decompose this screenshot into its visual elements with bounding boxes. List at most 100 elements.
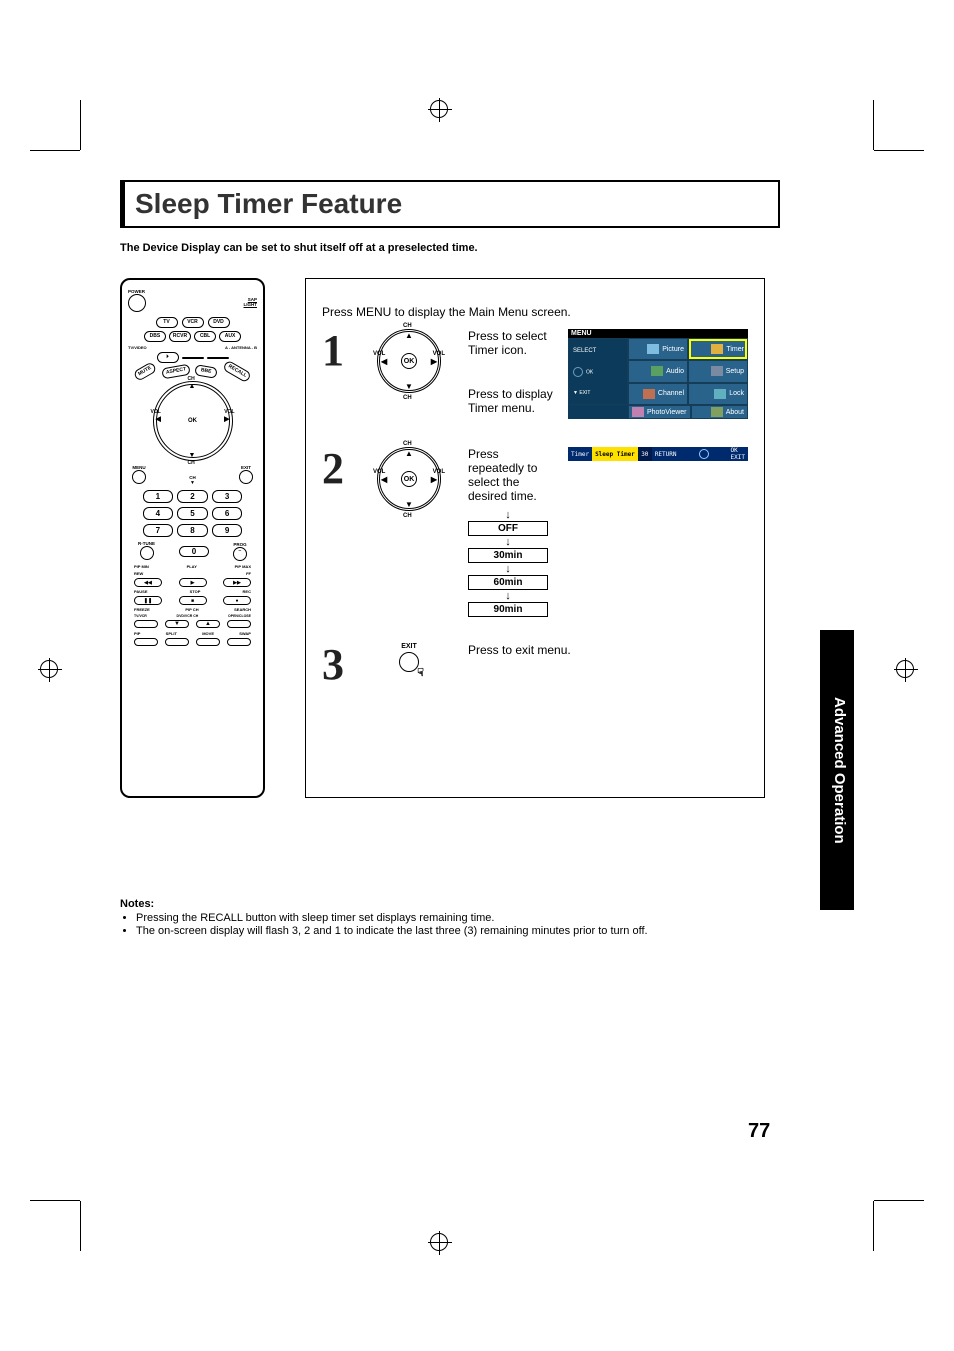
option-off: OFF [468,521,548,536]
option-60: 60min [468,575,548,590]
vcr-button: VCR [182,317,204,328]
freeze-button [134,620,158,628]
remote-ch-up-label: CH [188,376,195,382]
recall-button: RECALL [222,360,252,384]
pipmin-label: PIP MIN [134,564,149,569]
move-button [196,638,220,646]
osd-ok-label: OK [586,369,593,375]
left-arrow-icon: ◀ [381,357,387,366]
timer-icon [711,344,723,354]
dvdvcrch-label: DVD/VCR CH [177,614,199,618]
photoviewer-icon [632,407,644,417]
search-button [227,620,251,628]
up-arrow-icon: ▲ [405,331,413,340]
hand-icon: ☟ [417,666,424,679]
remote-dpad-up: ▲ [189,383,196,390]
step2-ch-down: CH [403,513,412,519]
remote-vol-up-label: VOL [224,409,234,415]
steps-panel: Press MENU to display the Main Menu scre… [305,278,765,798]
step-1: 1 OK CH ▲ ▼ CH VOL ◀ ▶ VOL [322,329,748,423]
left-arrow-icon-2: ◀ [381,475,387,484]
osd-menu-label: MENU [571,330,592,337]
page-title: Sleep Timer Feature [135,188,768,220]
crop-mark-tl [30,100,100,170]
step-3-number: 3 [322,643,350,687]
stop-button: ■ [179,596,207,605]
prog-button: − [233,547,247,561]
about-icon [711,407,723,417]
osd-timer: Timer [726,346,744,353]
osd-bar-nav-icon [699,449,709,459]
step3-text: Press to exit menu. [468,643,748,657]
section-tab: Advanced Operation [820,630,854,910]
remote-ok: OK [188,418,197,424]
search-label: SEARCH [234,607,251,612]
openclose-label: OPEN/CLOSE [228,614,251,618]
osd-select-icon [573,367,583,377]
num-7: 7 [143,524,174,537]
stop-label: STOP [190,589,201,594]
registration-mark-right [896,660,914,678]
audio-icon [651,366,663,376]
bbe-button: BBE [195,364,219,379]
dvd-button: DVD [208,317,230,328]
down-arrow-icon-2: ▼ [405,500,413,509]
registration-mark-left [40,660,58,678]
step-3: 3 EXIT ☟ Press to exit menu. [322,643,748,687]
remote-ch-down-label: CH [188,460,195,466]
aux-button: AUX [219,331,241,342]
exit-label-text: EXIT [401,643,417,650]
notes-heading: Notes: [120,898,780,910]
step2-vol-r: VOL [433,469,445,475]
remote-control-illustration: POWER SAP LIGHT TV VCR DVD DBS RCVR CBL [120,278,265,798]
registration-mark-bottom [430,1233,448,1251]
step-2: 2 OK CH ▲ ▼ CH VOL ◀ ▶ VOL [322,447,748,619]
crop-mark-bl [30,1181,100,1251]
split-button [165,638,189,646]
step-2-number: 2 [322,447,350,491]
remote-dpad-right: ▶ [224,415,229,423]
up-arrow-icon-2: ▲ [405,449,413,458]
right-arrow-icon-2: ▶ [431,475,437,484]
step1-vol-r: VOL [433,351,445,357]
remote-dpad-left: ◀ [156,415,161,423]
num-0: 0 [179,546,209,557]
pipch-up-button: ▲ [196,620,220,628]
antenna-b-button [207,357,229,359]
osd-lock: Lock [729,390,744,397]
pause-label: PAUSE [134,589,147,594]
osd-bar-exit: EXIT [731,454,745,461]
antenna-a-button [182,357,204,359]
pipch-label: PIP CH [185,607,198,612]
timer-osd-bar: Timer Sleep Timer 30 RETURN OKEXIT [568,447,748,461]
crop-mark-br [854,1181,924,1251]
osd-exit-label: EXIT [579,390,590,396]
main-menu-osd: MENU SELECT OK ▼ EXIT Picture Timer Audi… [568,329,748,419]
swap-label: SWAP [239,631,251,636]
rtune-button [140,546,154,560]
remote-dpad: OK ▲ CH ▼ CH ◀ VOL ▶ VOL [153,381,233,461]
step1-ok: OK [401,353,417,369]
osd-setup: Setup [726,368,744,375]
step1-ch-up: CH [403,323,412,329]
pause-button: ❚❚ [134,596,162,605]
osd-bar-title: Timer [568,447,592,461]
osd-bar-return: RETURN [655,451,677,458]
play-label: PLAY [187,564,197,569]
osd-bar-label: Sleep Timer [595,451,635,458]
lock-icon [714,389,726,399]
osd-select-label: SELECT [573,348,596,354]
osd-picture: Picture [662,346,684,353]
tv-button: TV [156,317,178,328]
freeze-label: FREEZE [134,607,150,612]
step-1-number: 1 [322,329,350,373]
rec-button: ● [223,596,251,605]
rcvr-button: RCVR [169,331,191,342]
notes-section: Notes: Pressing the RECALL button with s… [120,898,780,937]
osd-photoviewer: PhotoViewer [647,409,687,416]
menu-button [132,470,146,484]
num-5: 5 [177,507,208,520]
exit-button-icon: ☟ [399,652,419,672]
dbs-button: DBS [144,331,166,342]
rew-label: REW [134,571,143,576]
